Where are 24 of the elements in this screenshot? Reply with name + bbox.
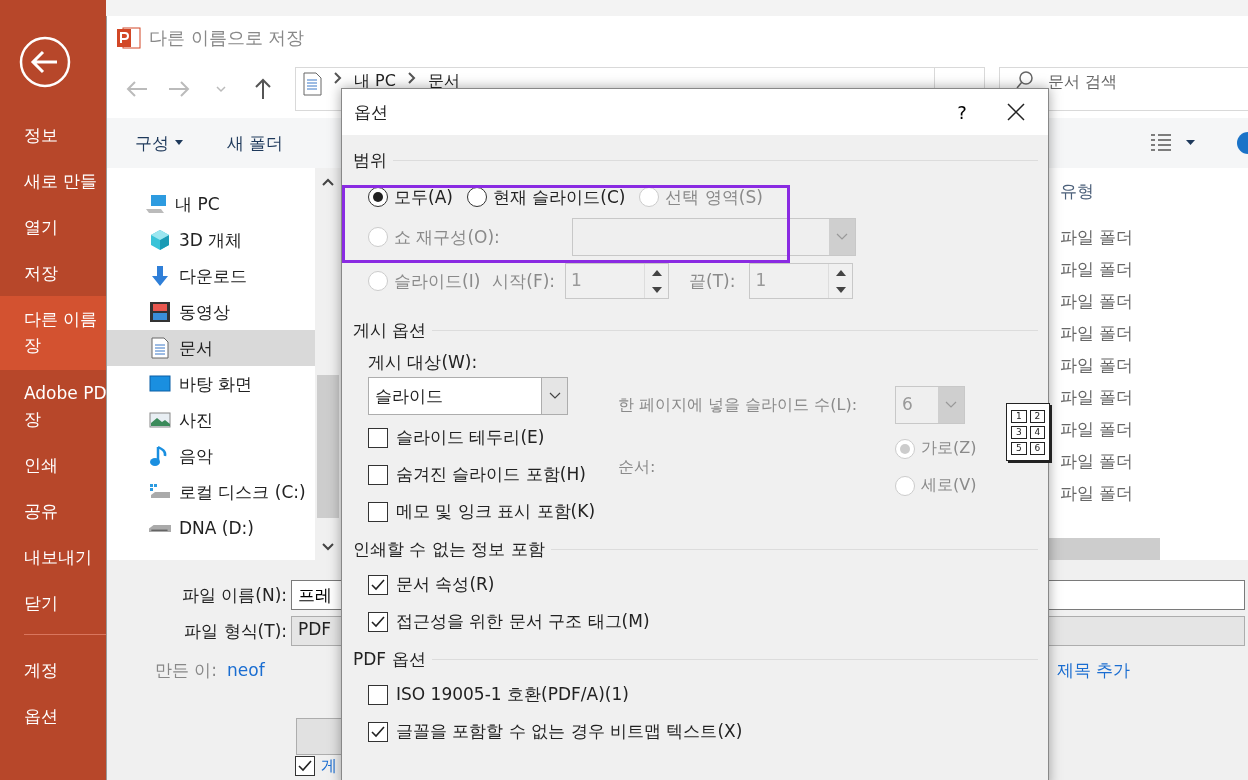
table-cell-text: 파일 폴더 xyxy=(1060,290,1135,313)
field-label: 게시 대상(W): xyxy=(368,350,479,374)
layout-preview-icon: 1 2 3 4 5 6 xyxy=(1006,403,1050,461)
section-title: 게시 옵션 xyxy=(353,318,427,342)
field-label: 시작(F): xyxy=(492,269,556,293)
field-label: 순서: xyxy=(618,456,657,478)
section-title: PDF 옵션 xyxy=(353,647,426,671)
table-cell-text: 파일 폴더 xyxy=(1060,418,1135,441)
table-cell-text: 파일 폴더 xyxy=(1060,482,1135,505)
table-cell-text: 파일 폴더 xyxy=(1060,450,1135,473)
option-label: 게 xyxy=(321,756,337,776)
table-cell-text: 파일 폴더 xyxy=(1060,354,1135,377)
table-cell-text: 파일 폴더 xyxy=(1060,226,1135,249)
section-title: 범위 xyxy=(353,148,387,172)
section-title: 인쇄할 수 없는 정보 포함 xyxy=(353,537,545,561)
window-title: 다른 이름으로 저장 xyxy=(149,26,305,50)
table-cell-text: 파일 폴더 xyxy=(1060,386,1135,409)
field-label: 파일 형식(T): xyxy=(183,619,288,643)
field-label: 한 페이지에 넣을 슬라이드 수(L): xyxy=(618,394,859,416)
field-label: 파일 이름(N): xyxy=(180,583,288,607)
table-cell-text: 파일 폴더 xyxy=(1060,258,1135,281)
table-cell-text: 파일 폴더 xyxy=(1060,322,1135,345)
field-label: 만든 이: xyxy=(153,658,218,682)
field-label: 끝(T): xyxy=(689,269,736,293)
